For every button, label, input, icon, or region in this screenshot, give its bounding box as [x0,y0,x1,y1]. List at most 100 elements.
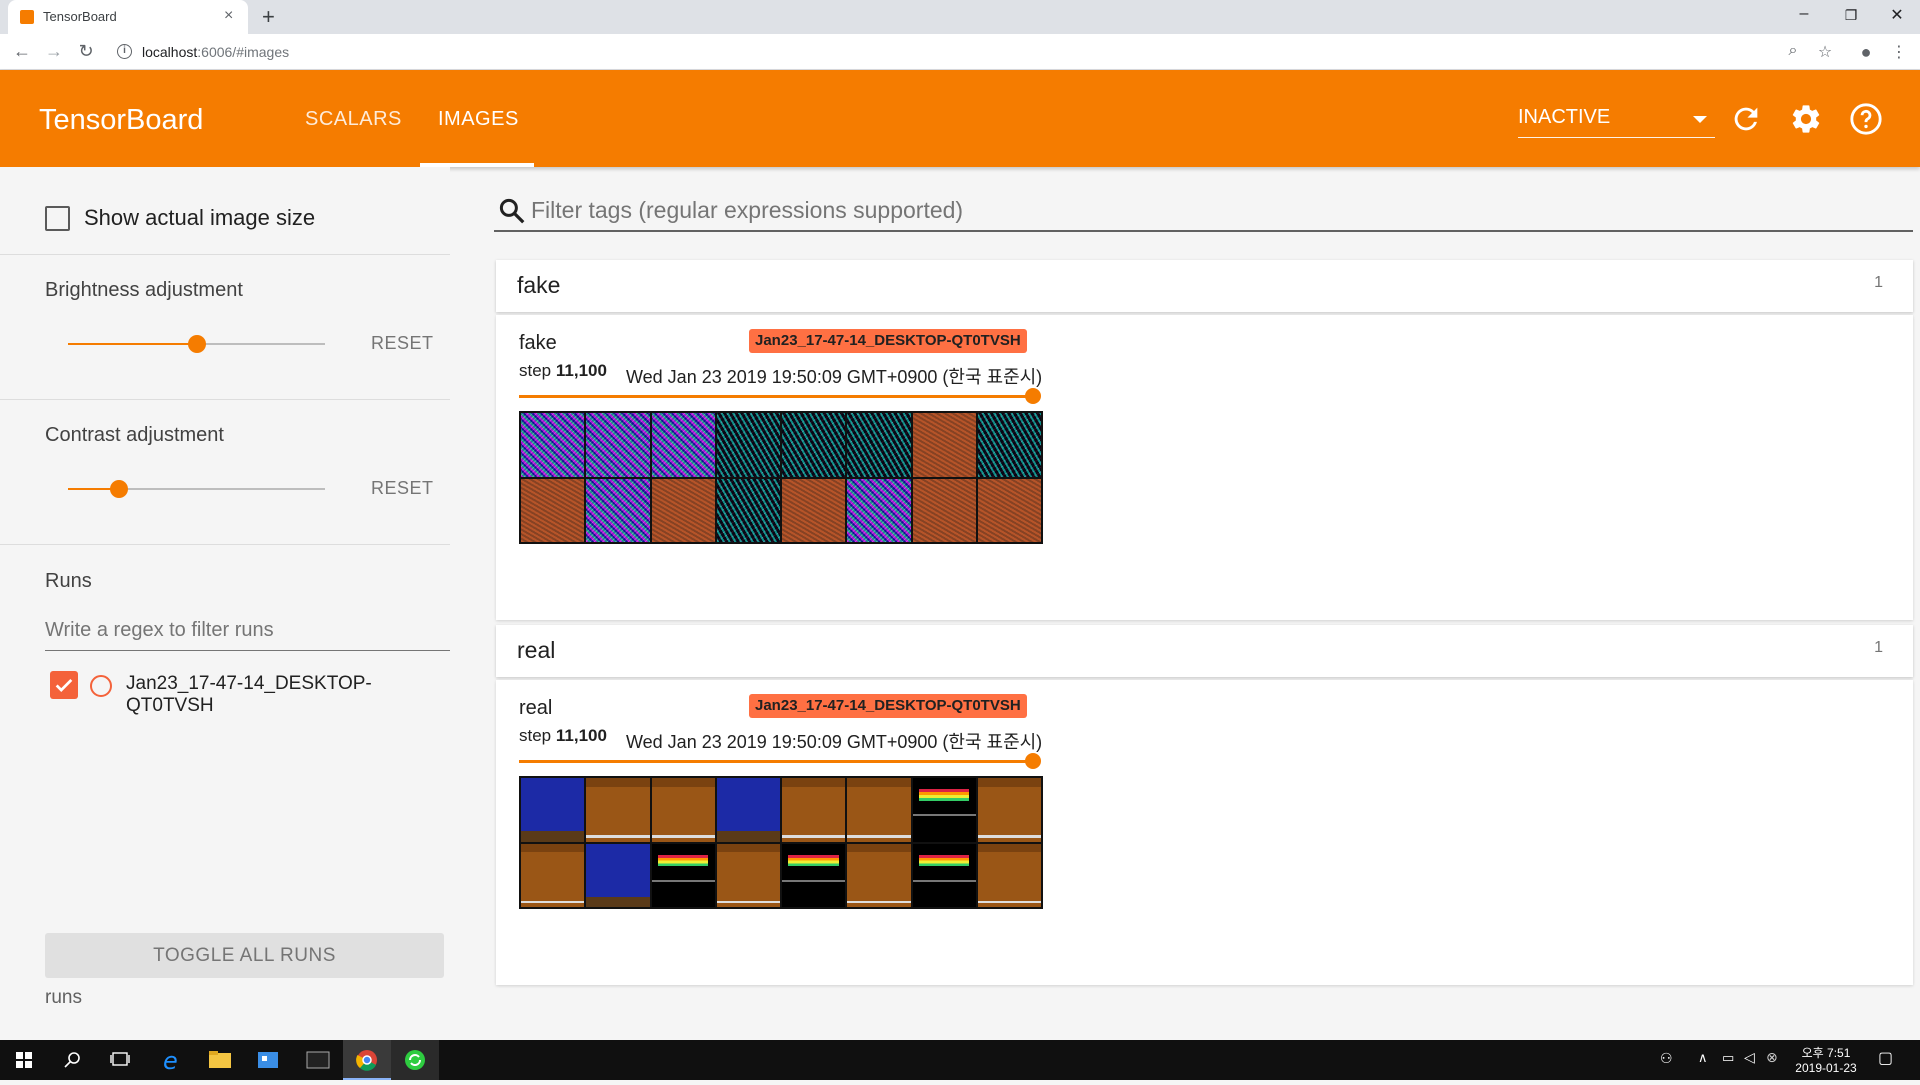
store-app-icon[interactable] [244,1040,292,1080]
sample-image-grid[interactable] [519,411,1043,544]
contrast-heading: Contrast adjustment [45,424,224,446]
image-tile [586,413,650,477]
contrast-reset-button[interactable]: RESET [371,478,434,499]
step-timestamp: Wed Jan 23 2019 19:50:09 GMT+0900 (한국 표준… [626,732,1043,752]
run-badge: Jan23_17-47-14_DESKTOP-QT0TVSH [749,329,1027,353]
image-tile [716,843,780,907]
browser-tab[interactable]: TensorBoard × [8,0,248,34]
show-actual-size-checkbox[interactable] [45,206,70,231]
chrome-taskbar-button[interactable] [343,1040,391,1080]
divider [0,544,450,545]
action-center-icon[interactable]: ▢ [1878,1048,1893,1068]
image-tile [782,843,846,907]
volume-icon[interactable]: ◁ [1744,1049,1755,1066]
app-taskbar-button[interactable] [391,1040,439,1080]
reload-data-icon[interactable] [1729,102,1763,136]
windows-start-icon[interactable] [0,1040,48,1080]
chrome-icon [356,1050,377,1071]
card-title: real [519,697,553,719]
divider [0,399,450,400]
step-timestamp: Wed Jan 23 2019 19:50:09 GMT+0900 (한국 표준… [626,367,1043,387]
step-slider[interactable] [519,388,1041,404]
image-tile [977,413,1041,477]
reload-icon[interactable]: ↻ [74,41,98,62]
file-explorer-icon[interactable] [196,1040,244,1080]
url-field[interactable]: localhost:6006/#images [142,44,289,60]
svg-text:e: e [163,1047,178,1075]
image-tile [521,413,585,477]
runs-heading: Runs [45,570,92,592]
step-label: step 11,100 [519,361,607,381]
image-tile [912,413,976,477]
show-actual-size-label: Show actual image size [84,205,316,230]
inactive-dashboards-dropdown[interactable]: INACTIVE [1518,104,1715,138]
bookmark-star-icon[interactable]: ☆ [1814,42,1836,62]
image-tile [651,843,715,907]
clock-time[interactable]: 오후 7:51 [1791,1044,1861,1061]
account-icon[interactable]: ● [1855,42,1877,63]
run-name: Jan23_17-47-14_DESKTOP-QT0TVSH [126,673,372,716]
image-card-fake: fake Jan23_17-47-14_DESKTOP-QT0TVSH step… [496,315,1913,620]
contrast-slider-knob[interactable] [110,480,129,498]
settings-gear-icon[interactable] [1789,102,1823,136]
run-checkbox[interactable] [50,671,78,699]
task-view-icon[interactable] [96,1040,144,1080]
url-host: localhost [142,44,198,60]
sample-image-grid[interactable] [519,776,1043,909]
image-tile [782,478,846,542]
search-taskbar-icon[interactable] [48,1040,96,1080]
notification-status-icon[interactable]: ⊗ [1766,1049,1778,1066]
windows-taskbar: e ⚇ ∧ ▭ ◁ ⊗ 오후 7:51 2019-01-23 ▢ [0,1040,1920,1080]
tag-pane-header-real[interactable]: real 1 [496,625,1913,677]
brightness-reset-button[interactable]: RESET [371,333,434,354]
image-tile [782,778,846,842]
site-info-icon[interactable]: i [117,44,132,59]
image-tile [521,478,585,542]
window-close-button[interactable]: ✕ [1882,5,1912,25]
pane-title: real [517,637,556,663]
brightness-slider-knob[interactable] [187,335,206,353]
step-label: step 11,100 [519,726,607,746]
card-title: fake [519,332,557,354]
checkmark-icon [55,678,73,692]
tab-images[interactable]: IMAGES [438,108,519,131]
contrast-slider[interactable] [68,480,325,498]
pane-title: fake [517,272,561,298]
network-icon[interactable]: ▭ [1722,1050,1734,1066]
step-slider[interactable] [519,753,1041,769]
image-tile [651,413,715,477]
tab-close-icon[interactable]: × [224,7,233,25]
sync-app-icon [405,1050,425,1070]
new-tab-button[interactable]: + [262,4,275,30]
internet-explorer-icon[interactable]: e [148,1040,196,1080]
tab-scalars[interactable]: SCALARS [305,108,402,131]
pane-count: 1 [1874,274,1883,291]
image-tile [716,413,780,477]
runs-filter-input[interactable]: Write a regex to filter runs [45,615,450,651]
menu-dots-icon[interactable]: ⋮ [1888,42,1910,62]
step-slider-knob[interactable] [1025,753,1041,769]
minimize-button[interactable]: – [1789,5,1819,23]
zoom-icon[interactable]: ⌕ [1782,42,1804,60]
back-arrow-icon[interactable]: ← [10,41,34,62]
runs-footer-label: runs [45,987,82,1008]
step-slider-knob[interactable] [1025,388,1041,404]
step-word: step [519,361,552,380]
image-tile [586,478,650,542]
restore-button[interactable]: ❐ [1836,7,1866,24]
toggle-all-runs-button[interactable]: TOGGLE ALL RUNS [45,933,444,978]
image-tile [651,778,715,842]
image-card-real: real Jan23_17-47-14_DESKTOP-QT0TVSH step… [496,680,1913,985]
help-icon[interactable] [1849,102,1883,136]
tag-pane-header-fake[interactable]: fake 1 [496,260,1913,312]
brightness-slider[interactable] [68,335,325,353]
image-tile [977,843,1041,907]
forward-arrow-icon[interactable]: → [42,41,66,62]
tag-filter-input[interactable]: Filter tags (regular expressions support… [494,190,1913,232]
people-icon[interactable]: ⚇ [1660,1050,1673,1067]
address-bar: ← → ↻ i localhost:6006/#images ⌕ ☆ ● ⋮ [0,34,1920,70]
run-color-radio[interactable] [90,675,112,697]
tray-expand-icon[interactable]: ∧ [1698,1050,1708,1066]
clock-date[interactable]: 2019-01-23 [1791,1061,1861,1075]
terminal-icon[interactable] [294,1040,342,1080]
